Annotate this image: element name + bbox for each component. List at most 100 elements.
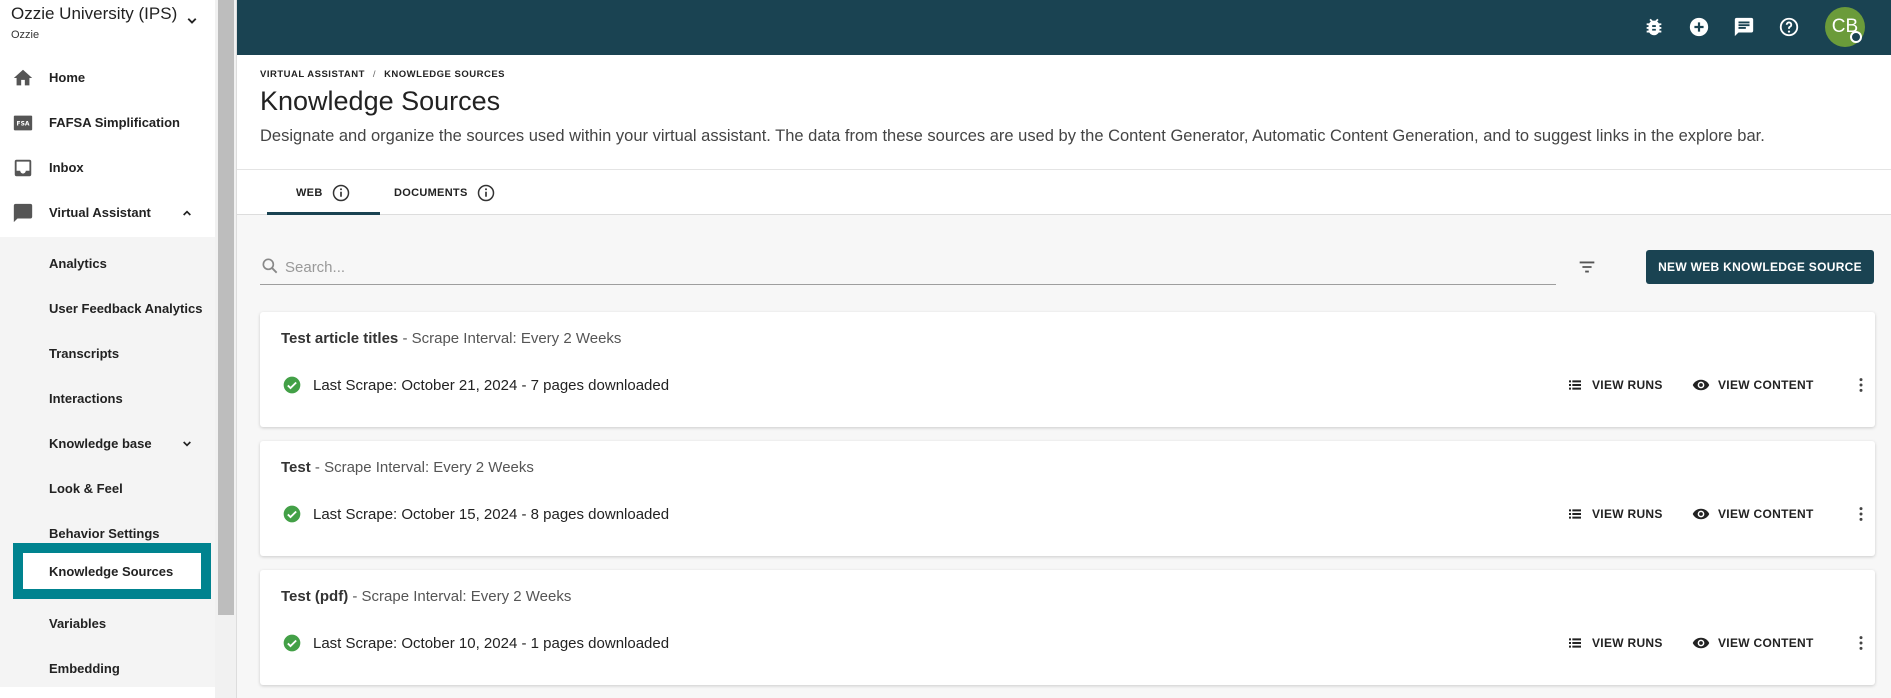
sidebar: Ozzie University (IPS) Ozzie Home FSA FA… xyxy=(0,0,215,698)
breadcrumb-separator: / xyxy=(372,69,377,80)
scrollbar-thumb[interactable] xyxy=(218,0,234,615)
check-circle-icon xyxy=(283,634,301,652)
card-title: Test article titles - Scrape Interval: E… xyxy=(281,330,621,347)
sidebar-item-label: Embedding xyxy=(49,661,120,676)
org-switcher[interactable]: Ozzie University (IPS) Ozzie xyxy=(11,4,206,46)
view-runs-button[interactable]: VIEW RUNS xyxy=(1566,502,1663,526)
sidebar-item-label: Knowledge base xyxy=(49,436,152,451)
sidebar-item-transcripts[interactable]: Transcripts xyxy=(0,331,215,376)
scrape-interval: - Scrape Interval: Every 2 Weeks xyxy=(310,459,534,476)
status-indicator xyxy=(1850,31,1862,43)
sidebar-item-inbox[interactable]: Inbox xyxy=(0,145,215,190)
sidebar-item-analytics[interactable]: Analytics xyxy=(0,241,215,286)
chevron-up-icon xyxy=(183,209,191,216)
sidebar-item-virtual-assistant[interactable]: Virtual Assistant xyxy=(0,190,215,235)
eye-icon xyxy=(1692,634,1710,652)
sidebar-item-label: Transcripts xyxy=(49,346,120,361)
sidebar-item-user-feedback-analytics[interactable]: User Feedback Analytics xyxy=(0,286,215,331)
sidebar-item-knowledge-sources[interactable]: Knowledge Sources xyxy=(13,543,211,599)
scrape-interval: - Scrape Interval: Every 2 Weeks xyxy=(398,330,622,347)
chevron-down-icon xyxy=(183,440,191,447)
sidebar-item-label: Look & Feel xyxy=(49,481,123,496)
knowledge-source-card: Test - Scrape Interval: Every 2 Weeks La… xyxy=(260,441,1875,556)
more-options-button[interactable] xyxy=(1849,502,1873,526)
eye-icon xyxy=(1692,505,1710,523)
chat-icon[interactable] xyxy=(1731,14,1757,40)
breadcrumb-item-virtual-assistant[interactable]: VIRTUAL ASSISTANT xyxy=(260,69,365,80)
sidebar-item-look-and-feel[interactable]: Look & Feel xyxy=(0,466,215,511)
sidebar-item-knowledge-base[interactable]: Knowledge base xyxy=(0,421,215,466)
fsa-icon: FSA xyxy=(12,112,34,134)
tab-label: DOCUMENTS xyxy=(394,186,468,199)
check-circle-icon xyxy=(283,505,301,523)
source-name: Test xyxy=(281,459,311,476)
view-content-button[interactable]: VIEW CONTENT xyxy=(1692,502,1814,526)
page-title: Knowledge Sources xyxy=(260,86,501,116)
button-label: VIEW CONTENT xyxy=(1718,636,1814,650)
sidebar-item-label: Home xyxy=(49,70,86,85)
sidebar-item-label: Virtual Assistant xyxy=(49,205,151,220)
org-sub: Ozzie xyxy=(11,29,40,41)
more-vert-icon xyxy=(1859,507,1863,521)
card-title: Test - Scrape Interval: Every 2 Weeks xyxy=(281,459,534,476)
button-label: VIEW RUNS xyxy=(1592,636,1663,650)
page-header: VIRTUAL ASSISTANT / KNOWLEDGE SOURCES Kn… xyxy=(237,55,1891,170)
list-icon xyxy=(1566,505,1584,523)
view-runs-button[interactable]: VIEW RUNS xyxy=(1566,631,1663,655)
button-label: VIEW RUNS xyxy=(1592,507,1663,521)
scrape-interval: - Scrape Interval: Every 2 Weeks xyxy=(348,588,572,605)
sidebar-item-home[interactable]: Home xyxy=(0,55,215,100)
sidebar-item-fafsa[interactable]: FSA FAFSA Simplification xyxy=(0,100,215,145)
more-vert-icon xyxy=(1859,636,1863,650)
chat-icon xyxy=(12,202,34,224)
top-app-bar: CB xyxy=(237,0,1891,55)
sidebar-item-label: Inbox xyxy=(49,160,84,175)
view-content-button[interactable]: VIEW CONTENT xyxy=(1692,631,1814,655)
sidebar-item-label: Interactions xyxy=(49,391,123,406)
org-name: Ozzie University (IPS) xyxy=(11,4,178,23)
check-circle-icon xyxy=(283,376,301,394)
sidebar-item-embedding[interactable]: Embedding xyxy=(0,646,215,691)
filter-button[interactable] xyxy=(1575,255,1599,279)
scrape-status: Last Scrape: October 10, 2024 - 1 pages … xyxy=(282,633,669,653)
status-text: Last Scrape: October 15, 2024 - 8 pages … xyxy=(313,505,670,523)
breadcrumb-item-knowledge-sources: KNOWLEDGE SOURCES xyxy=(384,69,505,80)
sidebar-item-label: Analytics xyxy=(49,256,107,271)
eye-icon xyxy=(1692,376,1710,394)
filter-icon xyxy=(1579,261,1595,273)
more-options-button[interactable] xyxy=(1849,373,1873,397)
active-highlight: Knowledge Sources xyxy=(23,553,201,589)
button-label: VIEW CONTENT xyxy=(1718,507,1814,521)
list-icon xyxy=(1566,634,1584,652)
tab-label: WEB xyxy=(296,186,323,199)
more-options-button[interactable] xyxy=(1849,631,1873,655)
breadcrumb: VIRTUAL ASSISTANT / KNOWLEDGE SOURCES xyxy=(260,69,505,80)
info-icon[interactable] xyxy=(476,183,496,203)
info-icon[interactable] xyxy=(331,183,351,203)
help-icon[interactable] xyxy=(1776,14,1802,40)
scrape-status: Last Scrape: October 15, 2024 - 8 pages … xyxy=(282,504,669,524)
tab-web[interactable]: WEB xyxy=(296,170,351,215)
sidebar-item-interactions[interactable]: Interactions xyxy=(0,376,215,421)
card-title: Test (pdf) - Scrape Interval: Every 2 We… xyxy=(281,588,571,605)
search-input[interactable] xyxy=(285,253,1485,281)
search-icon xyxy=(262,258,278,274)
search-field xyxy=(260,250,1556,285)
bug-icon[interactable] xyxy=(1641,14,1667,40)
sidebar-item-variables[interactable]: Variables xyxy=(0,601,215,646)
main-content: NEW WEB KNOWLEDGE SOURCE Test article ti… xyxy=(237,215,1891,698)
virtual-assistant-subnav: Analytics User Feedback Analytics Transc… xyxy=(0,237,215,687)
tab-documents[interactable]: DOCUMENTS xyxy=(394,170,496,215)
list-icon xyxy=(1566,376,1584,394)
new-web-knowledge-source-button[interactable]: NEW WEB KNOWLEDGE SOURCE xyxy=(1646,250,1874,284)
add-circle-icon[interactable] xyxy=(1686,14,1712,40)
sidebar-item-label: FAFSA Simplification xyxy=(49,115,180,130)
sidebar-item-label: Knowledge Sources xyxy=(49,563,174,579)
view-content-button[interactable]: VIEW CONTENT xyxy=(1692,373,1814,397)
sidebar-item-label: Variables xyxy=(49,616,107,631)
view-runs-button[interactable]: VIEW RUNS xyxy=(1566,373,1663,397)
sidebar-scrollbar[interactable] xyxy=(215,0,237,698)
knowledge-source-card: Test article titles - Scrape Interval: E… xyxy=(260,312,1875,427)
page-description: Designate and organize the sources used … xyxy=(260,127,1765,145)
button-label: VIEW RUNS xyxy=(1592,378,1663,392)
